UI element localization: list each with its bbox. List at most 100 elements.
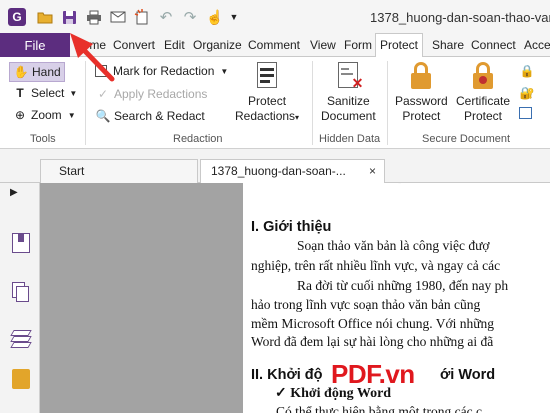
tab-home[interactable]: Home [74,38,106,52]
lock-info-icon: 🔒 [519,64,535,78]
hand-icon[interactable]: ☝ [206,8,224,26]
protect-redactions-button[interactable]: Protect Redactions▾ [235,61,299,125]
tab-organize[interactable]: Organize [193,38,242,52]
paragraph-line: nghiệp, trên rất nhiều lĩnh vực, và ngay… [251,258,501,273]
heading-start-word-part1: II. Khởi độ [251,367,323,383]
security-panel-button[interactable] [519,107,535,119]
chevron-down-icon: ▼ [220,66,229,76]
lock-icon [408,61,434,91]
mark-redaction-label: Mark for Redaction [113,64,215,78]
sanitize-document-button[interactable]: ✕ Sanitize Document [321,61,376,124]
paragraph-line: hảo trong lĩnh vực soạn thảo văn bản cũn… [251,297,481,312]
zoom-tool-button[interactable]: ⊕ Zoom ▼ [12,107,76,123]
email-icon[interactable] [109,8,127,26]
heading-start-word-part2: ới Word [440,367,496,383]
zoom-icon: ⊕ [14,108,26,122]
security-status-button[interactable]: 🔒 [519,63,538,79]
title-bar: G ↶ ↷ ☝ ▼ 1378_huong-dan-soan-thao-van- [0,0,550,33]
tab-share[interactable]: Share [432,38,464,52]
save-icon[interactable] [60,8,78,26]
close-icon[interactable]: × [369,164,376,178]
tab-connect[interactable]: Connect [471,38,516,52]
text-cursor-icon: T [16,86,24,100]
tab-edit[interactable]: Edit [164,38,185,52]
group-label-hidden-data: Hidden Data [319,133,381,145]
navigation-panel: ▶ [0,183,40,413]
protect-redactions-label-1: Protect [248,94,287,108]
document-viewer[interactable]: ▪ I. Giới thiệu Soạn thảo văn bản là côn… [40,183,550,413]
apply-redactions-label: Apply Redactions [114,87,208,101]
folder-icon[interactable] [36,8,54,26]
sanitize-label-2: Document [321,109,376,123]
paragraph-line: mềm Microsoft Office nói chung. Với nhữn… [251,316,495,331]
tab-start-label: Start [59,164,85,178]
paragraph-line: Soạn thảo văn bản là công việc đượ [297,238,490,253]
apply-redaction-icon: ✓ [97,87,109,101]
sanitize-document-icon: ✕ [335,61,363,91]
hand-tool-button[interactable]: ✋ Hand [9,62,65,82]
tab-protect[interactable]: Protect [375,33,424,58]
paragraph-line: Ra đời từ cuối những 1980, đến nay ph [297,278,509,293]
hand-tool-label: Hand [32,65,61,79]
certificate-label-1: Certificate [456,94,511,108]
group-divider [387,61,388,145]
protect-redactions-icon [254,61,280,91]
group-label-redaction: Redaction [173,133,223,145]
ribbon-panel: ✋ Hand T Select ▼ ⊕ Zoom ▼ Tools Mark fo… [0,57,550,149]
search-icon: 🔍 [95,109,111,123]
chevron-down-icon: ▼ [69,88,78,98]
expand-panel-icon[interactable]: ▶ [10,187,18,198]
comments-icon[interactable] [12,369,30,389]
paragraph-line: Có thể thực hiện bằng một trong các c [276,404,483,413]
certificate-lock-icon [470,61,496,91]
apply-redactions-button[interactable]: ✓ Apply Redactions [95,86,207,102]
tab-start[interactable]: Start [40,159,198,183]
new-document-icon[interactable] [133,8,151,26]
tab-file[interactable]: File [0,33,70,57]
protect-redactions-label-2: Redactions [235,109,296,123]
ribbon-tab-bar: File Home Convert Edit Organize Comment … [0,33,550,58]
hand-icon: ✋ [13,65,29,79]
tab-document[interactable]: 1378_huong-dan-soan-... × [200,159,385,184]
search-redact-label: Search & Redact [114,109,205,123]
group-divider [312,61,313,145]
tab-accessibility[interactable]: Acce [524,38,550,52]
window-title: 1378_huong-dan-soan-thao-van- [370,10,550,25]
password-label-2: Protect [402,109,441,123]
app-logo-icon[interactable]: G [8,8,26,26]
chevron-down-icon: ▾ [295,113,300,122]
undo-icon[interactable]: ↶ [157,8,175,26]
password-label-1: Password [395,94,448,108]
bookmark-icon[interactable] [12,233,30,253]
group-divider [85,61,86,145]
pages-icon[interactable] [12,282,30,302]
mark-for-redaction-button[interactable]: Mark for Redaction ▼ [95,64,228,78]
tab-convert[interactable]: Convert [113,38,155,52]
heading-introduction: I. Giới thiệu [251,219,332,235]
text-fragment: ▪ [398,183,402,188]
group-label-tools: Tools [30,133,56,145]
tab-form[interactable]: Form [344,38,372,52]
document-tab-strip: Start 1378_huong-dan-soan-... × [0,149,550,184]
chevron-down-icon: ▼ [67,110,76,120]
chevron-down-icon[interactable]: ▼ [229,8,239,26]
redo-icon[interactable]: ↷ [181,8,199,26]
certificate-protect-button[interactable]: Certificate Protect [456,61,510,124]
paragraph-line: Word đã đem lại sự hài lòng cho những ai… [251,334,494,349]
sanitize-label-1: Sanitize [327,94,370,108]
lock-settings-icon: 🔐 [519,86,535,100]
redaction-mark-icon [95,65,107,77]
certificate-label-2: Protect [464,109,503,123]
printer-icon[interactable] [85,8,103,26]
tab-view[interactable]: View [310,38,336,52]
layers-icon[interactable] [10,328,32,348]
search-and-redact-button[interactable]: 🔍 Search & Redact [95,108,205,124]
zoom-tool-label: Zoom [31,108,62,122]
panel-icon [519,107,532,119]
watermark-logo: PDF.vn [331,359,415,389]
password-protect-button[interactable]: Password Protect [395,61,448,124]
select-tool-button[interactable]: T Select ▼ [12,85,77,101]
select-tool-label: Select [31,86,65,100]
tab-comment[interactable]: Comment [248,38,300,52]
security-properties-button[interactable]: 🔐 [519,85,538,101]
